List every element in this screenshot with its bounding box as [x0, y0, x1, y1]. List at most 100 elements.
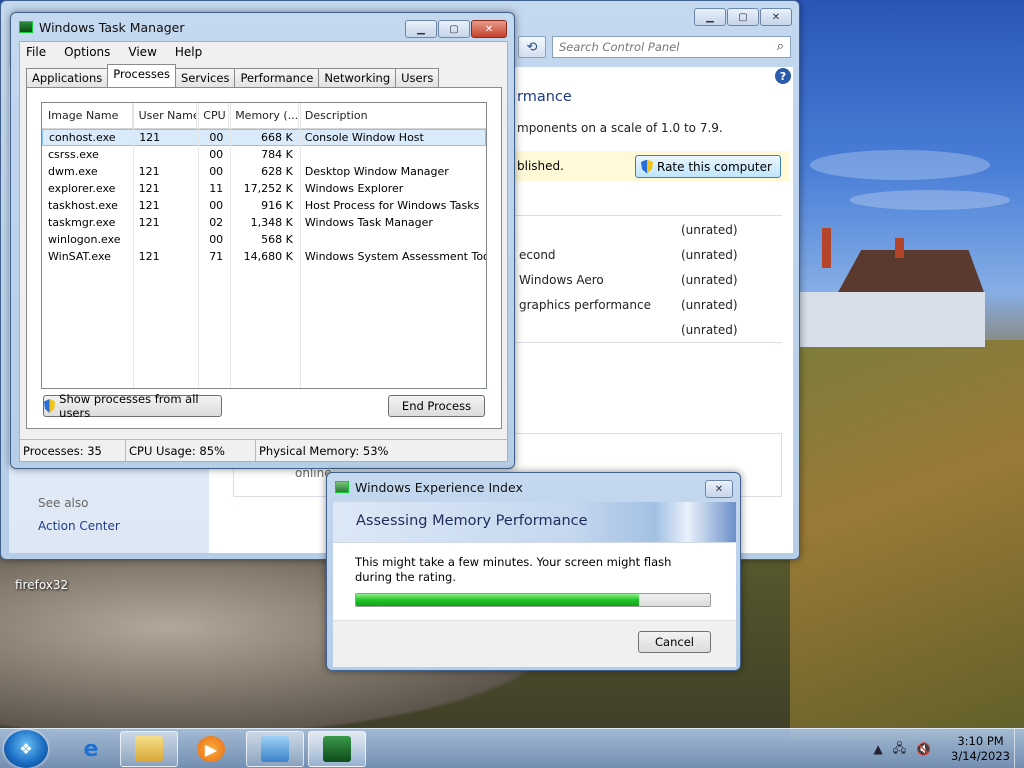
- score-row-label: econd: [519, 248, 556, 262]
- cell-memory: 568 K: [261, 233, 293, 246]
- task-manager-icon: [323, 736, 351, 762]
- divider: [514, 342, 782, 343]
- taskbar-task-manager[interactable]: [308, 731, 366, 767]
- close-button[interactable]: ✕: [760, 8, 792, 26]
- taskbar-control-panel[interactable]: [246, 731, 304, 767]
- tab-applications[interactable]: Applications: [26, 68, 109, 87]
- show-all-processes-button[interactable]: Show processes from all users: [43, 392, 222, 420]
- column-cpu[interactable]: CPU: [197, 103, 230, 128]
- cell-cpu: 00: [209, 199, 224, 212]
- cell-user: 121: [139, 131, 161, 144]
- minimize-button[interactable]: ▁: [694, 8, 726, 26]
- cancel-button[interactable]: Cancel: [638, 631, 711, 653]
- menu-help[interactable]: Help: [175, 45, 202, 59]
- show-all-label: Show processes from all users: [59, 392, 199, 420]
- network-icon[interactable]: 🖧: [893, 739, 906, 760]
- cell-user: 121: [138, 216, 160, 229]
- system-tray: ▲ 🖧 🔇 3:10 PM 3/14/2023: [873, 729, 1010, 768]
- cell-image: explorer.exe: [48, 182, 116, 195]
- cell-cpu: 00: [209, 165, 224, 178]
- minimize-button[interactable]: ▁: [405, 20, 437, 38]
- table-row[interactable]: WinSAT.exe 121 71 14,680 K Windows Syste…: [42, 248, 486, 265]
- cell-image: taskmgr.exe: [48, 216, 116, 229]
- start-button[interactable]: ❖: [4, 730, 48, 768]
- column-user-name[interactable]: User Name: [133, 103, 198, 128]
- task-manager-icon: [19, 21, 33, 33]
- end-process-button[interactable]: End Process: [388, 395, 485, 417]
- score-value: (unrated): [681, 323, 738, 337]
- menu-options[interactable]: Options: [64, 45, 110, 59]
- task-manager-window: Windows Task Manager ▁ ▢ ✕ File Options …: [10, 12, 515, 469]
- score-row-label: Windows Aero: [519, 273, 604, 287]
- progress-fill: [356, 594, 640, 606]
- tab-services[interactable]: Services: [174, 68, 236, 87]
- status-bar: Processes: 35 CPU Usage: 85% Physical Me…: [20, 439, 507, 461]
- cell-image: dwm.exe: [48, 165, 98, 178]
- caption-buttons: ▁ ▢ ✕: [405, 20, 507, 38]
- table-row[interactable]: conhost.exe 121 00 668 K Console Window …: [42, 129, 486, 146]
- maximize-button[interactable]: ▢: [727, 8, 759, 26]
- cell-description: Windows System Assessment Tool: [304, 250, 486, 263]
- taskbar-media-player[interactable]: ▶: [182, 731, 240, 767]
- clock-date: 3/14/2023: [951, 749, 1010, 763]
- title-bar[interactable]: Windows Experience Index: [327, 473, 740, 501]
- close-button[interactable]: ✕: [705, 480, 733, 498]
- status-memory: Physical Memory: 53%: [259, 444, 389, 458]
- tab-processes[interactable]: Processes: [107, 64, 176, 87]
- table-row[interactable]: taskhost.exe 121 00 916 K Host Process f…: [42, 197, 486, 214]
- cell-description: Windows Task Manager: [304, 216, 433, 229]
- cell-description: Host Process for Windows Tasks: [304, 199, 480, 212]
- banner-heading: Assessing Memory Performance: [356, 513, 588, 529]
- rate-button-label: Rate this computer: [657, 159, 772, 174]
- menu-view[interactable]: View: [128, 45, 156, 59]
- volume-muted-icon[interactable]: 🔇: [916, 742, 931, 756]
- maximize-button[interactable]: ▢: [438, 20, 470, 38]
- cell-cpu: 11: [209, 182, 224, 195]
- table-row[interactable]: explorer.exe 121 11 17,252 K Windows Exp…: [42, 180, 486, 197]
- column-description[interactable]: Description: [299, 103, 486, 128]
- refresh-icon: ⟲: [526, 39, 538, 55]
- cell-image: csrss.exe: [48, 148, 99, 161]
- tab-performance[interactable]: Performance: [234, 68, 320, 87]
- table-row[interactable]: taskmgr.exe 121 02 1,348 K Windows Task …: [42, 214, 486, 231]
- cell-user: 121: [138, 250, 160, 263]
- search-input[interactable]: Search Control Panel ⌕: [552, 36, 791, 58]
- show-desktop-button[interactable]: [1014, 729, 1024, 768]
- wei-icon: [335, 481, 349, 493]
- clock[interactable]: 3:10 PM 3/14/2023: [951, 734, 1010, 764]
- table-row[interactable]: winlogon.exe 00 568 K: [42, 231, 486, 248]
- cell-memory: 17,252 K: [243, 182, 293, 195]
- wei-dialog: Windows Experience Index ✕ Assessing Mem…: [326, 472, 741, 671]
- help-icon[interactable]: ?: [775, 68, 791, 84]
- taskbar-explorer[interactable]: [120, 731, 178, 767]
- uac-shield-icon: [44, 399, 56, 413]
- table-row[interactable]: csrss.exe 00 784 K: [42, 146, 486, 163]
- dialog-banner: Assessing Memory Performance: [333, 502, 736, 542]
- cell-memory: 628 K: [261, 165, 293, 178]
- score-value: (unrated): [681, 273, 738, 287]
- table-row[interactable]: dwm.exe 121 00 628 K Desktop Window Mana…: [42, 163, 486, 180]
- grass-hill: [790, 340, 1024, 740]
- score-value: (unrated): [681, 298, 738, 312]
- show-hidden-icons-icon[interactable]: ▲: [873, 742, 882, 756]
- house-image: [800, 228, 990, 350]
- cell-cpu: 71: [209, 250, 224, 263]
- cell-description: Console Window Host: [304, 131, 424, 144]
- action-center-link[interactable]: Action Center: [38, 519, 120, 533]
- column-image-name[interactable]: Image Name: [42, 103, 133, 128]
- rate-this-computer-button[interactable]: Rate this computer: [635, 155, 781, 178]
- taskbar-internet-explorer[interactable]: e: [62, 731, 120, 767]
- menu-file[interactable]: File: [26, 45, 46, 59]
- column-memory[interactable]: Memory (...: [229, 103, 299, 128]
- process-list[interactable]: Image Name User Name CPU Memory (... Des…: [41, 102, 487, 389]
- cell-cpu: 00: [209, 131, 224, 144]
- desktop-icon-label[interactable]: firefox32: [15, 578, 68, 592]
- cell-description: Desktop Window Manager: [304, 165, 449, 178]
- tab-users[interactable]: Users: [395, 68, 440, 87]
- refresh-button[interactable]: ⟲: [518, 36, 546, 58]
- close-button[interactable]: ✕: [471, 20, 507, 38]
- uac-shield-icon: [641, 159, 653, 174]
- tab-networking[interactable]: Networking: [318, 68, 397, 87]
- search-placeholder: Search Control Panel: [559, 40, 680, 54]
- see-also-heading: See also: [38, 496, 89, 510]
